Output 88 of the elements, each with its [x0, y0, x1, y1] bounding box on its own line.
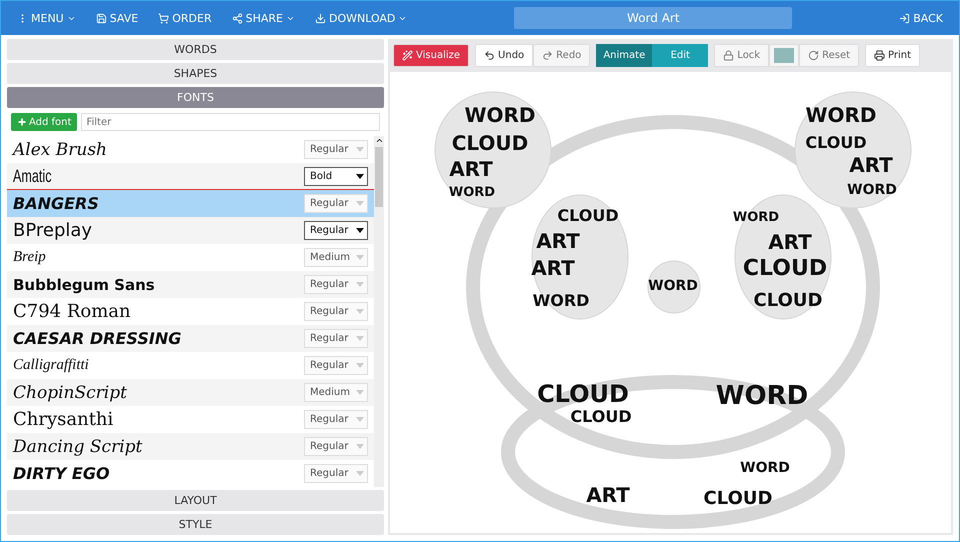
caret-icon — [356, 201, 364, 206]
undo-icon — [484, 50, 496, 61]
cloud-word: WORD — [716, 381, 808, 411]
reset-icon — [808, 50, 820, 61]
font-name: Chrysanthi — [13, 409, 114, 430]
lock-icon — [723, 50, 734, 61]
cloud-word: ART — [536, 229, 580, 253]
cloud-word: CLOUD — [742, 256, 828, 281]
caret-icon — [356, 417, 364, 422]
section-header[interactable]: STYLE — [7, 514, 384, 535]
scroll-up-icon — [374, 136, 384, 145]
cloud-word: WORD — [732, 210, 780, 225]
caret-icon — [356, 444, 364, 449]
menu-button[interactable]: ORDER — [150, 8, 220, 28]
cloud-word: CLOUD — [537, 380, 629, 408]
font-name: Bubblegum Sans — [13, 276, 155, 294]
caret-icon — [356, 309, 364, 314]
caret-icon — [356, 255, 364, 260]
caret-icon — [356, 471, 364, 476]
caret-icon — [356, 147, 364, 152]
weight-select[interactable]: Regular — [304, 221, 368, 240]
font-name: Breip — [13, 249, 46, 266]
menu-button[interactable]: DOWNLOAD — [306, 8, 416, 28]
scrollbar[interactable] — [374, 136, 384, 487]
font-name: CAESAR DRESSING — [13, 329, 182, 348]
font-name: C794 Roman — [13, 301, 131, 322]
cloud-word: CLOUD — [570, 407, 632, 426]
caret-icon — [356, 282, 364, 287]
section-header[interactable]: LAYOUT — [7, 490, 384, 511]
download-icon — [314, 12, 326, 24]
undo-button[interactable]: Undo — [475, 44, 534, 67]
menu-button[interactable]: SAVE — [88, 8, 146, 28]
print-button[interactable]: Print — [865, 44, 920, 67]
cloud-word: ART — [849, 153, 893, 177]
cloud-word: CLOUD — [805, 133, 867, 152]
section-header[interactable]: SHAPES — [7, 63, 384, 84]
color-picker[interactable] — [769, 44, 800, 67]
cloud-word: ART — [768, 230, 812, 254]
caret-icon — [356, 228, 364, 233]
menu-button[interactable]: SHARE — [224, 8, 303, 28]
mode-tab[interactable]: Animate — [596, 44, 652, 67]
cart-icon — [158, 12, 170, 24]
cloud-word: WORD — [847, 182, 897, 198]
font-row[interactable]: BPreplay Regular — [7, 217, 374, 244]
printer-icon — [874, 50, 886, 61]
cloud-word: CLOUD — [704, 488, 772, 509]
back-icon — [899, 12, 910, 24]
window-title: Word Art — [514, 7, 792, 29]
font-name: Dancing Script — [13, 436, 142, 456]
share-icon — [232, 12, 243, 24]
cloud-word: ART — [586, 483, 630, 507]
redo-icon — [542, 50, 554, 61]
font-name: BPreplay — [13, 220, 92, 241]
visualize-button[interactable]: Visualize — [393, 44, 470, 67]
cloud-word: WORD — [532, 291, 590, 310]
reset-button[interactable]: Reset — [799, 44, 860, 67]
cloud-word: WORD — [464, 103, 536, 127]
wand-icon — [402, 50, 413, 61]
filter-field[interactable]: Filter — [81, 113, 380, 131]
section-header[interactable]: WORDS — [7, 39, 384, 60]
color-swatch — [774, 48, 794, 63]
caret-icon — [356, 174, 364, 179]
plus-icon — [17, 117, 27, 127]
font-name: Amatic — [13, 166, 52, 187]
font-name: Alex Brush — [13, 140, 108, 160]
cloud-word: CLOUD — [754, 290, 822, 311]
cloud-word: WORD — [448, 185, 496, 200]
scrollbar-thumb[interactable] — [375, 147, 383, 207]
caret-icon — [356, 390, 364, 395]
cloud-word: ART — [449, 157, 493, 181]
font-name: DIRTY EGO — [13, 464, 110, 483]
font-name: ChopinScript — [13, 382, 127, 402]
back-button[interactable]: BACK — [891, 8, 951, 28]
cloud-word: ART — [531, 256, 575, 280]
cloud-word: CLOUD — [452, 131, 528, 155]
font-name: Calligraffitti — [13, 357, 89, 374]
caret-icon — [356, 336, 364, 341]
cloud-word: WORD — [740, 460, 790, 476]
caret-icon — [356, 363, 364, 368]
weight-select[interactable]: Bold — [304, 167, 368, 186]
cloud-word: WORD — [648, 278, 698, 294]
redo-button[interactable]: Redo — [533, 44, 590, 67]
menu-button[interactable]: MENU — [9, 8, 84, 28]
cloud-word: CLOUD — [557, 206, 619, 225]
cloud-word: WORD — [805, 103, 877, 127]
font-name: BANGERS — [13, 194, 99, 213]
lock-button[interactable]: Lock — [714, 44, 770, 67]
font-row[interactable]: Amatic Bold — [7, 163, 374, 190]
